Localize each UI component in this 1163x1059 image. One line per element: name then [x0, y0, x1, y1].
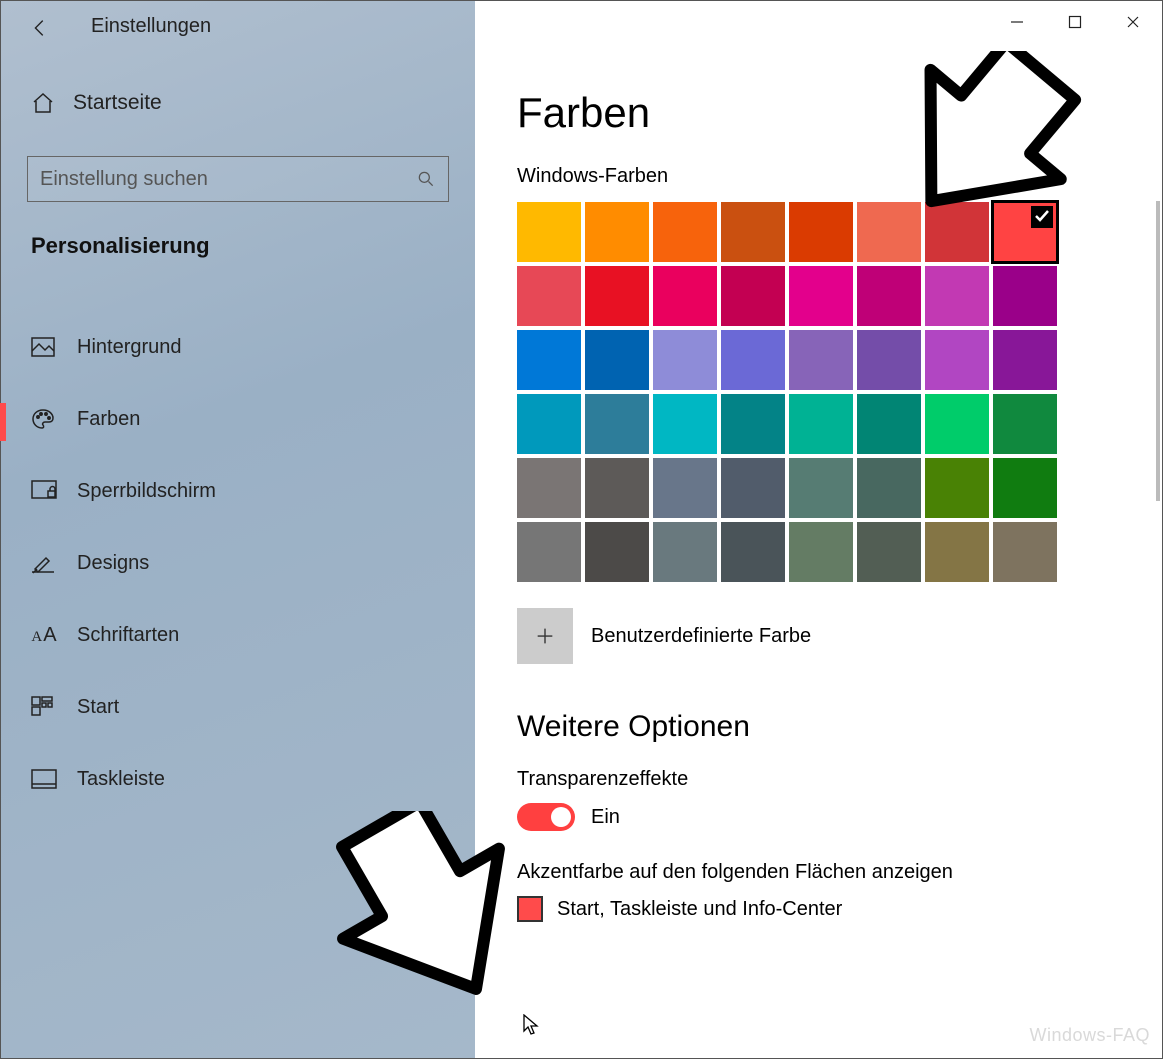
- color-swatch[interactable]: [993, 522, 1057, 582]
- color-swatch[interactable]: [517, 266, 581, 326]
- watermark: Windows-FAQ: [1029, 1025, 1150, 1046]
- color-swatch[interactable]: [789, 330, 853, 390]
- window-controls: [988, 1, 1162, 43]
- palette-icon: [31, 407, 57, 431]
- sidebar-item-farben[interactable]: Farben: [1, 383, 475, 455]
- sidebar-item-start[interactable]: Start: [1, 671, 475, 743]
- color-swatch[interactable]: [721, 522, 785, 582]
- color-swatch[interactable]: [585, 330, 649, 390]
- color-swatch[interactable]: [721, 458, 785, 518]
- image-icon: [31, 337, 57, 357]
- color-swatch[interactable]: [789, 394, 853, 454]
- sidebar-item-sperrbildschirm[interactable]: Sperrbildschirm: [1, 455, 475, 527]
- color-swatch[interactable]: [653, 266, 717, 326]
- custom-color-label: Benutzerdefinierte Farbe: [591, 625, 811, 648]
- sidebar-item-hintergrund[interactable]: Hintergrund: [1, 311, 475, 383]
- color-swatch[interactable]: [789, 202, 853, 262]
- color-swatch[interactable]: [857, 458, 921, 518]
- color-swatch[interactable]: [585, 266, 649, 326]
- sidebar-item-label: Start: [77, 696, 119, 719]
- color-swatch[interactable]: [653, 522, 717, 582]
- transparency-label: Transparenzeffekte: [517, 768, 1162, 791]
- custom-color-button[interactable]: [517, 608, 573, 664]
- color-swatch[interactable]: [585, 394, 649, 454]
- minimize-button[interactable]: [988, 1, 1046, 43]
- accent-checkbox-start-label: Start, Taskleiste und Info-Center: [557, 898, 842, 921]
- cursor-icon: [523, 1014, 541, 1036]
- color-swatch[interactable]: [925, 458, 989, 518]
- color-swatch[interactable]: [653, 202, 717, 262]
- close-button[interactable]: [1104, 1, 1162, 43]
- back-button[interactable]: [29, 17, 51, 39]
- window-title: Einstellungen: [91, 15, 211, 38]
- lockscreen-icon: [31, 480, 57, 502]
- color-swatch[interactable]: [585, 458, 649, 518]
- color-swatch[interactable]: [857, 266, 921, 326]
- maximize-button[interactable]: [1046, 1, 1104, 43]
- sidebar-item-label: Schriftarten: [77, 624, 179, 647]
- sidebar-item-label: Taskleiste: [77, 768, 165, 791]
- settings-window: Einstellungen Startseite Einstellung suc…: [0, 0, 1163, 1059]
- start-icon: [31, 696, 57, 718]
- color-swatch[interactable]: [993, 394, 1057, 454]
- color-swatch[interactable]: [721, 202, 785, 262]
- color-swatch[interactable]: [789, 266, 853, 326]
- font-icon: AA: [31, 624, 57, 647]
- color-swatch[interactable]: [721, 394, 785, 454]
- color-swatch[interactable]: [789, 522, 853, 582]
- search-icon: [416, 169, 436, 189]
- annotation-arrow-top: [871, 51, 1101, 261]
- color-swatch[interactable]: [721, 266, 785, 326]
- color-swatch[interactable]: [585, 202, 649, 262]
- sidebar-home[interactable]: Startseite: [31, 91, 162, 115]
- color-swatch[interactable]: [925, 266, 989, 326]
- sidebar-item-schriftarten[interactable]: AA Schriftarten: [1, 599, 475, 671]
- color-swatch[interactable]: [857, 522, 921, 582]
- color-swatch[interactable]: [925, 522, 989, 582]
- sidebar-item-label: Designs: [77, 552, 149, 575]
- taskbar-icon: [31, 769, 57, 789]
- more-options-heading: Weitere Optionen: [517, 710, 1162, 744]
- color-swatch[interactable]: [517, 202, 581, 262]
- annotation-arrow-bottom: [311, 811, 551, 1051]
- color-swatch[interactable]: [653, 394, 717, 454]
- color-swatch[interactable]: [789, 458, 853, 518]
- color-swatch[interactable]: [585, 522, 649, 582]
- color-swatch[interactable]: [653, 330, 717, 390]
- color-swatch[interactable]: [925, 330, 989, 390]
- sidebar-item-label: Farben: [77, 408, 140, 431]
- search-input[interactable]: Einstellung suchen: [27, 156, 449, 202]
- color-swatch[interactable]: [925, 394, 989, 454]
- sidebar-category: Personalisierung: [31, 233, 210, 259]
- search-placeholder: Einstellung suchen: [40, 168, 208, 191]
- accent-surface-heading: Akzentfarbe auf den folgenden Flächen an…: [517, 861, 1162, 884]
- scrollbar[interactable]: [1156, 201, 1160, 501]
- custom-color-row: Benutzerdefinierte Farbe: [517, 608, 1162, 664]
- color-swatch[interactable]: [993, 330, 1057, 390]
- sidebar-item-taskleiste[interactable]: Taskleiste: [1, 743, 475, 815]
- sidebar-home-label: Startseite: [73, 91, 162, 115]
- home-icon: [31, 91, 55, 115]
- color-swatch[interactable]: [857, 394, 921, 454]
- color-swatch[interactable]: [993, 266, 1057, 326]
- color-swatch[interactable]: [517, 330, 581, 390]
- color-swatch[interactable]: [517, 394, 581, 454]
- color-swatch[interactable]: [653, 458, 717, 518]
- color-swatch[interactable]: [517, 458, 581, 518]
- sidebar-item-designs[interactable]: Designs: [1, 527, 475, 599]
- color-swatch[interactable]: [721, 330, 785, 390]
- transparency-state: Ein: [591, 806, 620, 829]
- color-swatch[interactable]: [517, 522, 581, 582]
- sidebar-nav: Hintergrund Farben Sperrbildschirm Designs A…: [1, 311, 475, 815]
- color-swatch[interactable]: [993, 458, 1057, 518]
- sidebar-item-label: Hintergrund: [77, 336, 182, 359]
- brush-icon: [31, 552, 57, 574]
- sidebar-item-label: Sperrbildschirm: [77, 480, 216, 503]
- color-swatch[interactable]: [857, 330, 921, 390]
